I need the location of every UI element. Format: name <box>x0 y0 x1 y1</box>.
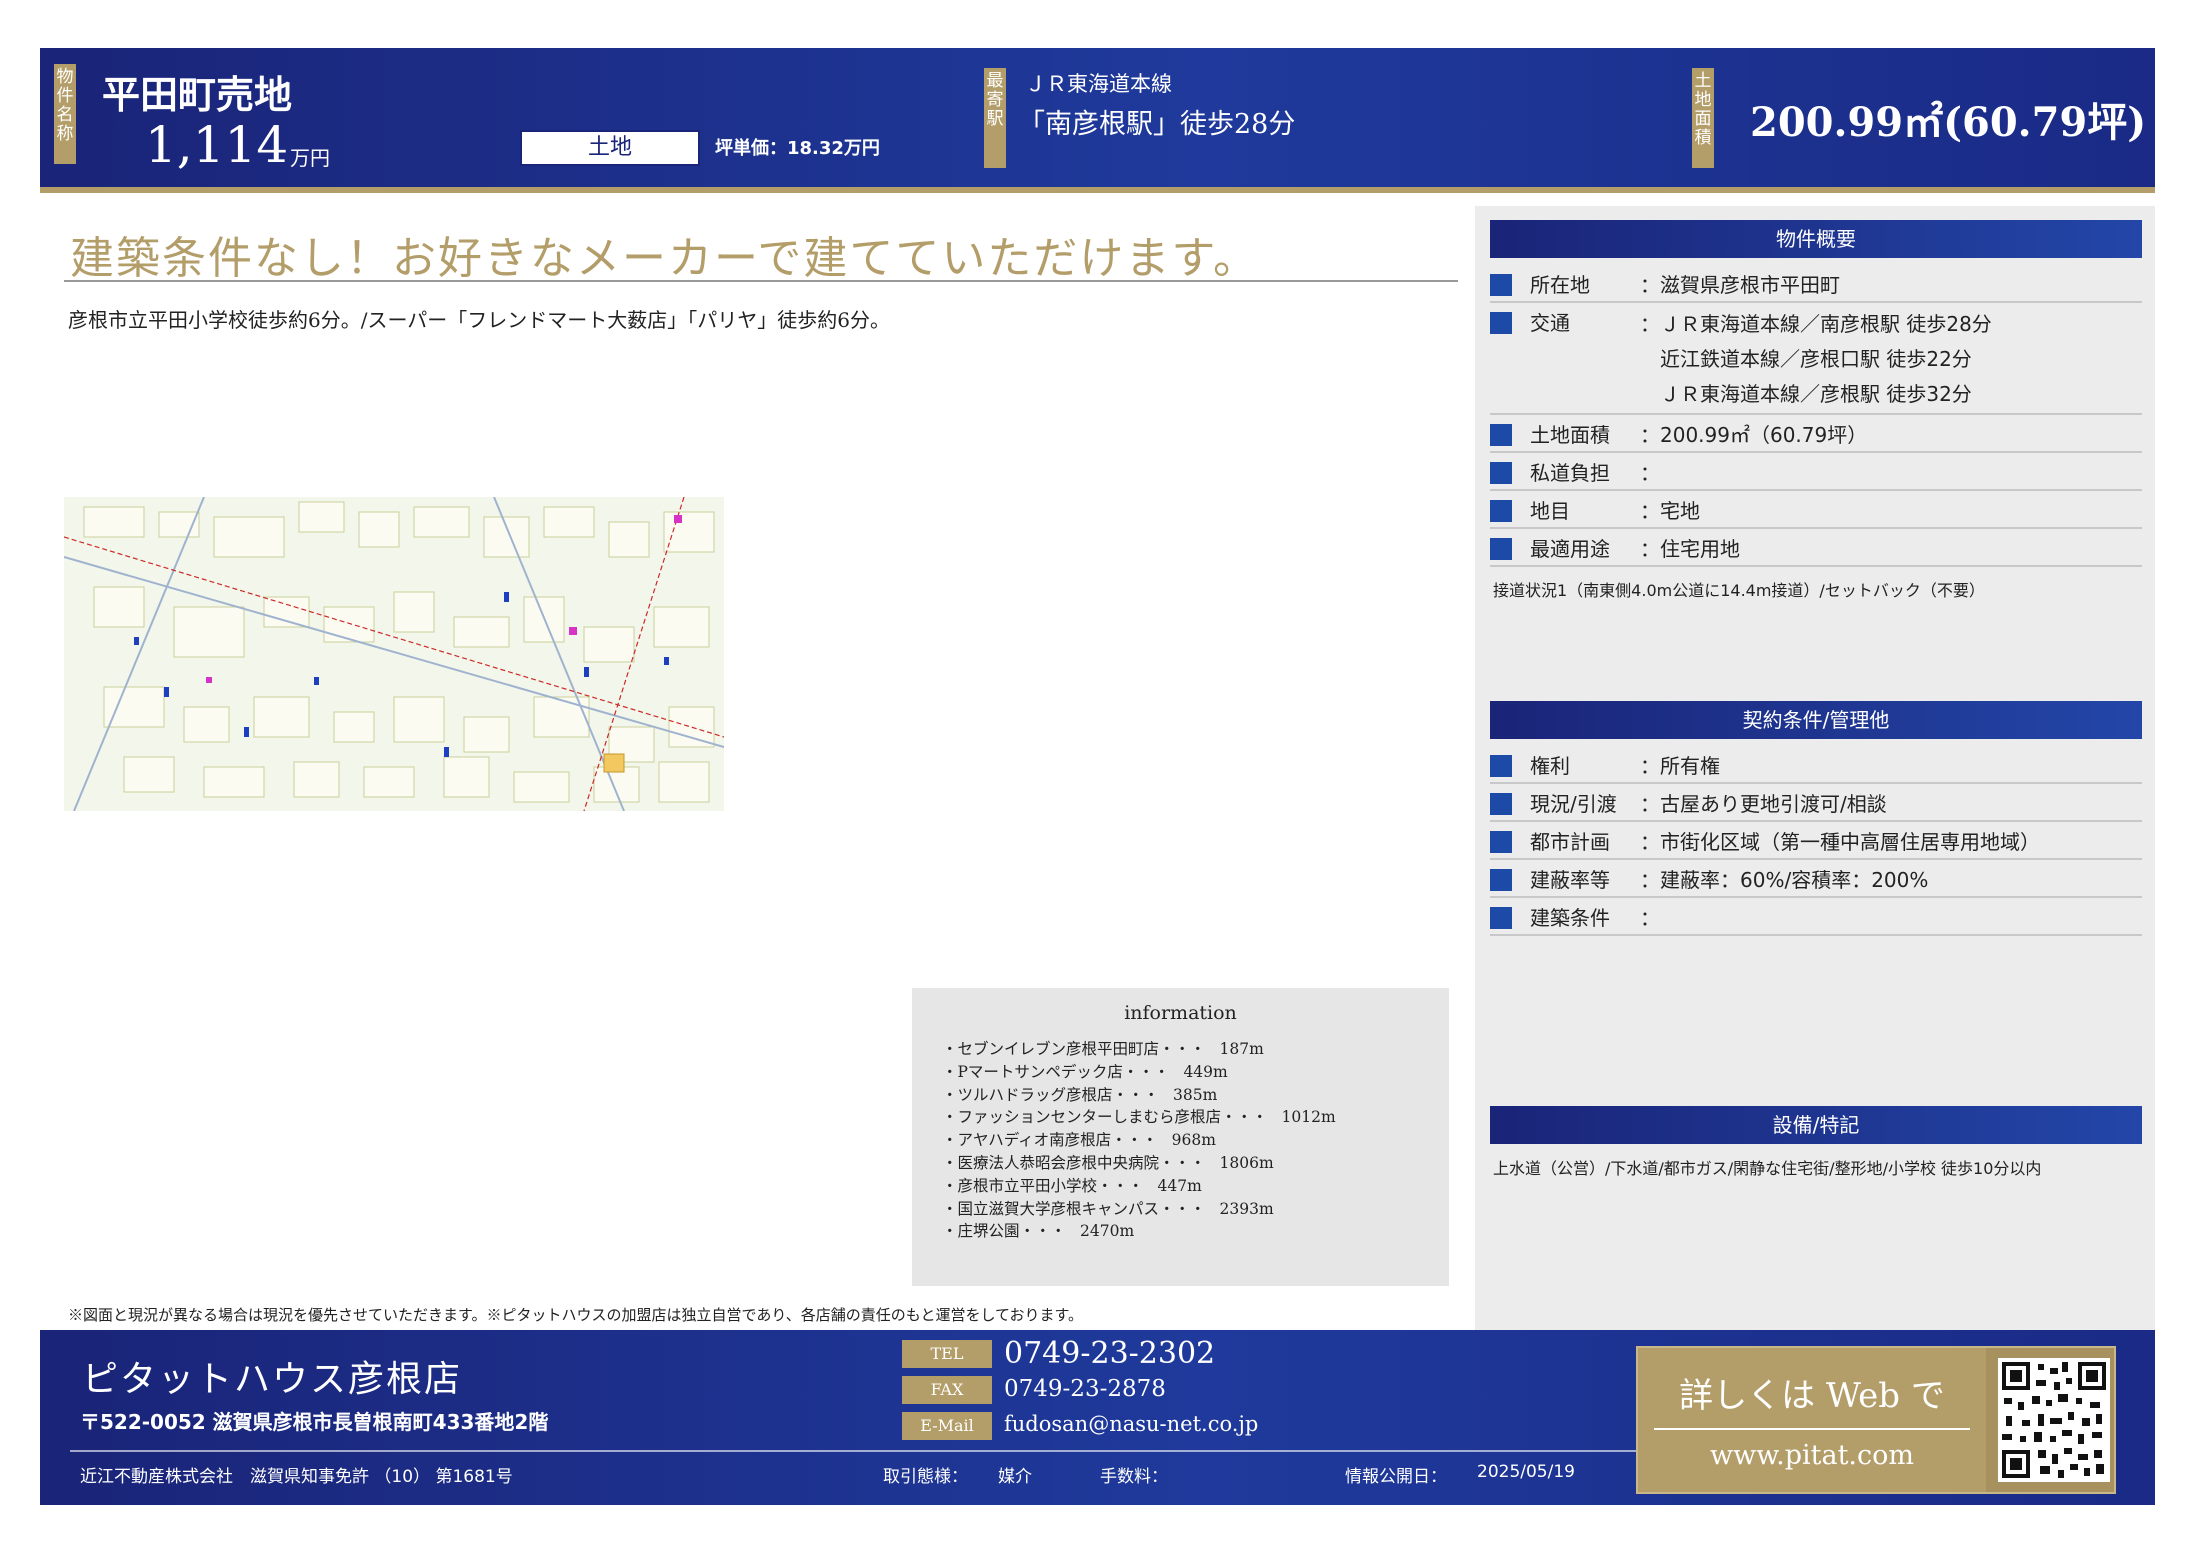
list-item: ・ファッションセンターしまむら彦根店・・・ 1012m <box>942 1108 1336 1127</box>
contract-title: 契約条件/管理他 <box>1490 701 2142 739</box>
list-item: ・医療法人恭昭会彦根中央病院・・・ 1806m <box>942 1153 1274 1172</box>
price: 1,114 <box>145 116 289 174</box>
overview-row-location: 所在地 ：滋賀県彦根市平田町 <box>1490 265 2142 303</box>
headline-divider <box>64 280 1458 282</box>
web-url[interactable]: www.pitat.com <box>1638 1440 1986 1471</box>
unit-price: 坪単価：18.32万円 <box>715 138 880 159</box>
property-type-badge: 土地 <box>520 130 700 166</box>
tag-station: 最寄駅 <box>984 68 1006 168</box>
overview-title: 物件概要 <box>1490 220 2142 258</box>
mail-address[interactable]: fudosan@nasu-net.co.jp <box>1004 1412 1258 1436</box>
shop-address: 〒522-0052 滋賀県彦根市長曽根南町433番地2階 <box>80 1410 549 1434</box>
land-area: 200.99㎡(60.79坪) <box>1750 99 2147 146</box>
nearest-station-walk: 「南彦根駅」徒歩28分 <box>1018 109 1296 140</box>
footer-divider <box>70 1450 1650 1452</box>
deal-type: 媒介 <box>998 1467 1032 1487</box>
shop-name: ピタットハウス彦根店 <box>82 1359 463 1400</box>
overview-row-private-road: 私道負担 ： <box>1490 453 2142 491</box>
list-item: ・ツルハドラッグ彦根店・・・ 385m <box>942 1085 1218 1104</box>
bullet-square <box>1490 793 1512 815</box>
road-access-note: 接道状況1（南東側4.0m公道に14.4m接道）/セットバック（不要） <box>1493 581 1985 600</box>
contract-row-rights: 権利 ：所有権 <box>1490 746 2142 784</box>
fax-label: FAX <box>902 1376 992 1404</box>
company-license: 近江不動産株式会社 滋賀県知事免許 （10） 第1681号 <box>80 1467 513 1487</box>
bullet-square <box>1490 424 1512 446</box>
mail-label: E-Mail <box>902 1412 992 1440</box>
facilities-title: 設備/特記 <box>1490 1106 2142 1144</box>
web-link-box[interactable]: 詳しくは Web で www.pitat.com <box>1636 1346 2116 1494</box>
header-gold-line <box>40 187 2155 193</box>
deal-label: 取引態様： <box>883 1467 968 1487</box>
tag-property-name: 物件名称 <box>54 64 76 164</box>
property-name: 平田町売地 <box>102 73 293 117</box>
facilities-text: 上水道（公営）/下水道/都市ガス/閑静な住宅街/整形地/小学校 徒歩10分以内 <box>1493 1159 2042 1178</box>
bullet-square <box>1490 831 1512 853</box>
bullet-square <box>1490 312 1512 334</box>
price-unit: 万円 <box>290 146 330 170</box>
footer-banner: ピタットハウス彦根店 〒522-0052 滋賀県彦根市長曽根南町433番地2階 … <box>40 1330 2155 1505</box>
subtext: 彦根市立平田小学校徒歩約6分。/スーパー「フレンドマート大薮店」「パリヤ」徒歩約… <box>68 308 890 332</box>
bullet-square <box>1490 274 1512 296</box>
nearest-line: ＪＲ東海道本線 <box>1025 72 1172 96</box>
tel-label: TEL <box>902 1340 992 1368</box>
web-text: 詳しくは Web で <box>1679 1376 1945 1416</box>
disclaimer: ※図面と現況が異なる場合は現況を優先させていただきます。※ピタットハウスの加盟店… <box>68 1306 1084 1324</box>
overview-row-best-use: 最適用途 ：住宅用地 <box>1490 529 2142 567</box>
bullet-square <box>1490 500 1512 522</box>
information-title: information <box>1124 1002 1237 1024</box>
contract-row-status: 現況/引渡 ：古屋あり更地引渡可/相談 <box>1490 784 2142 822</box>
list-item: ・アヤハディオ南彦根店・・・ 968m <box>942 1131 1216 1150</box>
list-item: ・Pマートサンペデック店・・・ 449m <box>942 1062 1228 1081</box>
tag-area: 土地面積 <box>1692 68 1714 168</box>
bullet-square <box>1490 869 1512 891</box>
header-banner: 物件名称 平田町売地 1,114 万円 土地 坪単価：18.32万円 最寄駅 Ｊ… <box>40 48 2155 193</box>
list-item: ・庄堺公園・・・ 2470m <box>942 1222 1135 1241</box>
qr-code-icon[interactable] <box>1998 1358 2110 1482</box>
contract-row-coverage: 建蔽率等 ：建蔽率：60%/容積率：200% <box>1490 860 2142 898</box>
fax-number: 0749-23-2878 <box>1004 1376 1166 1402</box>
tel-number[interactable]: 0749-23-2302 <box>1004 1336 1215 1371</box>
fee-label: 手数料： <box>1100 1467 1168 1487</box>
overview-row-transport: 交通 ：ＪＲ東海道本線／南彦根駅 徒歩28分 近江鉄道本線／彦根口駅 徒歩22分… <box>1490 303 2142 415</box>
headline: 建築条件なし！お好きなメーカーで建てていただけます。 <box>70 233 1259 284</box>
bullet-square <box>1490 538 1512 560</box>
overview-row-land-area: 土地面積 ：200.99㎡（60.79坪） <box>1490 415 2142 453</box>
overview-row-land-category: 地目 ：宅地 <box>1490 491 2142 529</box>
bullet-square <box>1490 755 1512 777</box>
location-map <box>64 497 724 811</box>
bullet-square <box>1490 907 1512 929</box>
information-list: ・セブンイレブン彦根平田町店・・・ 187m ・Pマートサンペデック店・・・ 449… <box>942 1038 1336 1243</box>
list-item: ・セブンイレブン彦根平田町店・・・ 187m <box>942 1040 1264 1058</box>
publish-date: 2025/05/19 <box>1477 1462 1575 1482</box>
information-box: information ・セブンイレブン彦根平田町店・・・ 187m ・Pマートサ… <box>912 988 1449 1286</box>
publish-date-label: 情報公開日： <box>1345 1467 1447 1487</box>
bullet-square <box>1490 462 1512 484</box>
contract-row-building-condition: 建築条件 ： <box>1490 898 2142 936</box>
list-item: ・国立滋賀大学彦根キャンパス・・・ 2393m <box>942 1199 1274 1218</box>
list-item: ・彦根市立平田小学校・・・ 447m <box>942 1176 1202 1195</box>
contract-row-city-planning: 都市計画 ：市街化区域（第一種中高層住居専用地域） <box>1490 822 2142 860</box>
